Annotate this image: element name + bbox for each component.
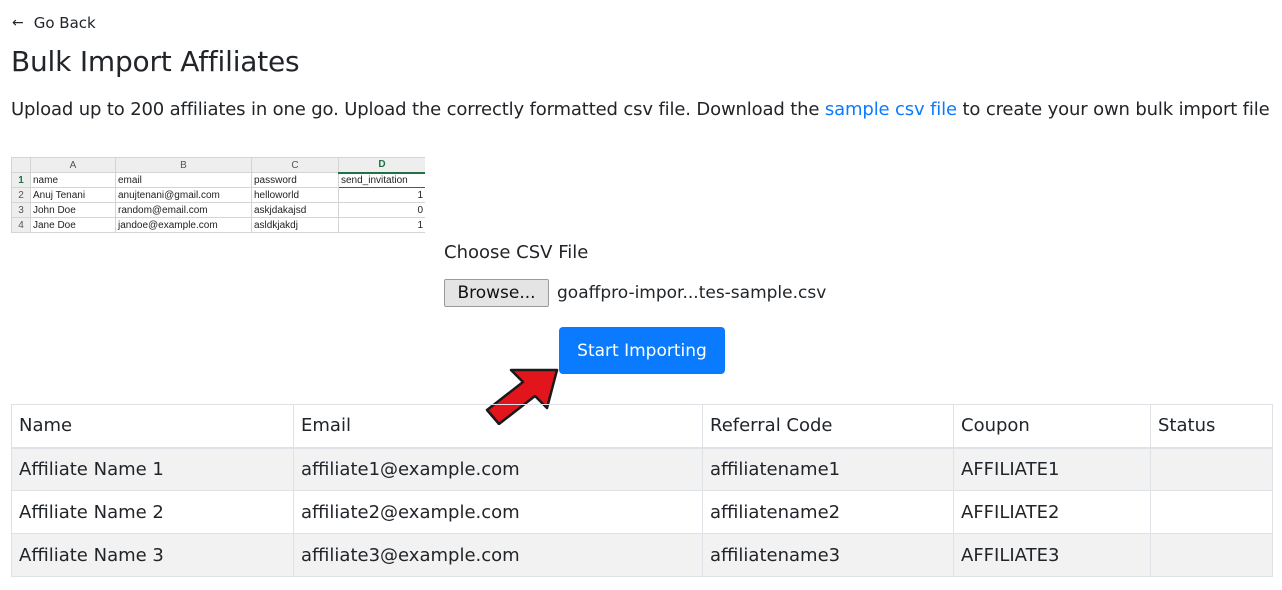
table-header-row: Name Email Referral Code Coupon Status [11, 404, 1273, 449]
sample-spreadsheet-image: A B C D 1 name email password send_invit… [11, 157, 425, 235]
sheet-column-header: C [251, 157, 339, 173]
sheet-column-header: B [115, 157, 252, 173]
sheet-cell: helloworld [251, 187, 339, 203]
cell-coupon: AFFILIATE2 [953, 490, 1151, 534]
sheet-cell: Jane Doe [30, 217, 116, 233]
cell-referral-code: affiliatename2 [702, 490, 954, 534]
cell-coupon: AFFILIATE3 [953, 533, 1151, 577]
sheet-cell: 0 [338, 202, 425, 218]
description-text: Upload up to 200 affiliates in one go. U… [11, 99, 820, 120]
page-title: Bulk Import Affiliates [11, 45, 300, 78]
cell-coupon: AFFILIATE1 [953, 447, 1151, 491]
sheet-column-header: A [30, 157, 116, 173]
sheet-row: 4 Jane Doe jandoe@example.com asldkjakdj… [11, 217, 425, 233]
cell-referral-code: affiliatename1 [702, 447, 954, 491]
cell-email: affiliate2@example.com [293, 490, 703, 534]
go-back-link[interactable]: ← Go Back [12, 14, 96, 32]
sheet-header-row: A B C D [11, 157, 425, 174]
sheet-cell: John Doe [30, 202, 116, 218]
cell-status [1150, 490, 1273, 534]
table-row: Affiliate Name 1 affiliate1@example.com … [11, 447, 1273, 491]
sheet-cell: anujtenani@gmail.com [115, 187, 252, 203]
cell-name: Affiliate Name 1 [11, 447, 294, 491]
go-back-label: Go Back [33, 14, 96, 32]
sheet-cell: random@email.com [115, 202, 252, 218]
sheet-corner [11, 157, 31, 173]
sheet-row: 1 name email password send_invitation [11, 172, 425, 188]
arrow-left-icon: ← [12, 15, 24, 31]
cell-status [1150, 533, 1273, 577]
page-description: Upload up to 200 affiliates in one go. U… [11, 99, 1270, 120]
cell-email: affiliate1@example.com [293, 447, 703, 491]
column-header-status: Status [1150, 404, 1273, 449]
sheet-cell: password [251, 172, 339, 188]
sheet-cell: jandoe@example.com [115, 217, 252, 233]
sheet-cell: send_invitation [338, 172, 425, 188]
sample-csv-link[interactable]: sample csv file [825, 99, 957, 120]
column-header-name: Name [11, 404, 294, 449]
sheet-cell: Anuj Tenani [30, 187, 116, 203]
sheet-row-number: 4 [11, 217, 31, 233]
sheet-cell: asldkjakdj [251, 217, 339, 233]
sheet-cell: name [30, 172, 116, 188]
start-importing-button[interactable]: Start Importing [559, 327, 725, 374]
cell-name: Affiliate Name 3 [11, 533, 294, 577]
cell-email: affiliate3@example.com [293, 533, 703, 577]
affiliates-table: Name Email Referral Code Coupon Status A… [11, 404, 1273, 577]
sheet-column-header: D [338, 157, 425, 174]
selected-file-name: goaffpro-impor...tes-sample.csv [557, 283, 827, 303]
sheet-cell: 1 [338, 217, 425, 233]
choose-csv-label: Choose CSV File [444, 242, 589, 263]
sheet-row-number: 1 [11, 172, 31, 188]
cell-name: Affiliate Name 2 [11, 490, 294, 534]
cell-status [1150, 447, 1273, 491]
sheet-cell: askjdakajsd [251, 202, 339, 218]
sheet-row-number: 3 [11, 202, 31, 218]
sheet-cell: email [115, 172, 252, 188]
table-row: Affiliate Name 3 affiliate3@example.com … [11, 533, 1273, 577]
sheet-row: 3 John Doe random@email.com askjdakajsd … [11, 202, 425, 218]
description-text-end: to create your own bulk import file [962, 99, 1270, 120]
column-header-referral-code: Referral Code [702, 404, 954, 449]
sheet-row-number: 2 [11, 187, 31, 203]
browse-button[interactable]: Browse... [444, 279, 549, 307]
cell-referral-code: affiliatename3 [702, 533, 954, 577]
column-header-coupon: Coupon [953, 404, 1151, 449]
column-header-email: Email [293, 404, 703, 449]
sheet-cell: 1 [338, 187, 425, 203]
sheet-row: 2 Anuj Tenani anujtenani@gmail.com hello… [11, 187, 425, 203]
table-row: Affiliate Name 2 affiliate2@example.com … [11, 490, 1273, 534]
